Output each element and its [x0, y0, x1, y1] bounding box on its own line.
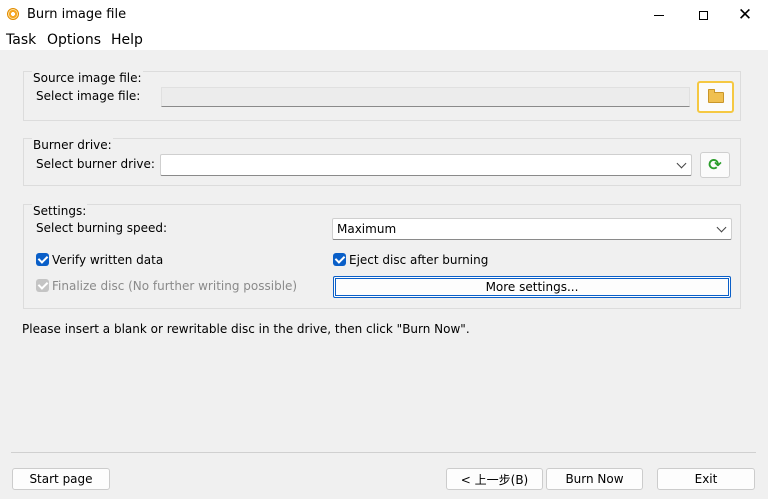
exit-button[interactable]: Exit: [657, 468, 755, 490]
footer-divider: [11, 452, 756, 453]
window-title: Burn image file: [27, 7, 127, 22]
back-button[interactable]: < 上一步(B): [446, 468, 543, 490]
check-icon: [334, 253, 345, 264]
eject-disc-checkbox[interactable]: [333, 253, 346, 266]
burn-image-window: Burn image file ✕ Task Options Help Sour…: [0, 0, 768, 499]
burning-speed-label: Select burning speed:: [36, 221, 168, 235]
refresh-icon: ⟳: [708, 155, 722, 174]
minimize-icon: [654, 14, 664, 16]
close-button[interactable]: ✕: [722, 0, 768, 30]
more-settings-label: More settings...: [485, 280, 579, 294]
minimize-button[interactable]: [636, 0, 682, 30]
select-image-label: Select image file:: [36, 89, 141, 103]
maximize-icon: [698, 10, 708, 20]
image-file-input[interactable]: [161, 87, 690, 107]
start-page-label: Start page: [29, 472, 93, 486]
settings-group-title: Settings:: [32, 204, 88, 218]
verify-data-label: Verify written data: [52, 253, 164, 267]
check-icon: [37, 253, 48, 264]
burner-group-title: Burner drive:: [32, 138, 113, 152]
finalize-disc-label: Finalize disc (No further writing possib…: [52, 279, 298, 293]
disc-burn-icon: [7, 8, 19, 20]
eject-disc-label: Eject disc after burning: [349, 253, 489, 267]
browse-image-button[interactable]: [697, 81, 734, 113]
chevron-down-icon: [676, 158, 687, 169]
menu-help[interactable]: Help: [111, 32, 143, 48]
close-icon: ✕: [737, 4, 753, 25]
menu-task[interactable]: Task: [6, 32, 36, 48]
burner-drive-select[interactable]: [160, 154, 692, 176]
select-burner-label: Select burner drive:: [36, 157, 155, 171]
title-bar[interactable]: Burn image file ✕: [0, 0, 768, 30]
source-group-title: Source image file:: [32, 71, 143, 85]
finalize-disc-checkbox: [36, 279, 49, 292]
check-icon: [37, 279, 48, 290]
burn-now-label: Burn Now: [565, 472, 624, 486]
burning-speed-value: Maximum: [337, 222, 397, 236]
menu-bar: Task Options Help: [0, 30, 768, 50]
folder-icon: [707, 88, 724, 103]
menu-options[interactable]: Options: [47, 32, 101, 48]
more-settings-button[interactable]: More settings...: [333, 276, 731, 298]
verify-data-checkbox[interactable]: [36, 253, 49, 266]
maximize-button[interactable]: [680, 0, 726, 30]
burning-speed-select[interactable]: Maximum: [332, 218, 732, 240]
burn-now-button[interactable]: Burn Now: [546, 468, 643, 490]
chevron-down-icon: [716, 222, 727, 233]
back-label: < 上一步(B): [460, 472, 529, 487]
exit-label: Exit: [694, 472, 718, 486]
refresh-drives-button[interactable]: ⟳: [700, 152, 730, 178]
start-page-button[interactable]: Start page: [12, 468, 110, 490]
status-message: Please insert a blank or rewritable disc…: [22, 322, 470, 336]
